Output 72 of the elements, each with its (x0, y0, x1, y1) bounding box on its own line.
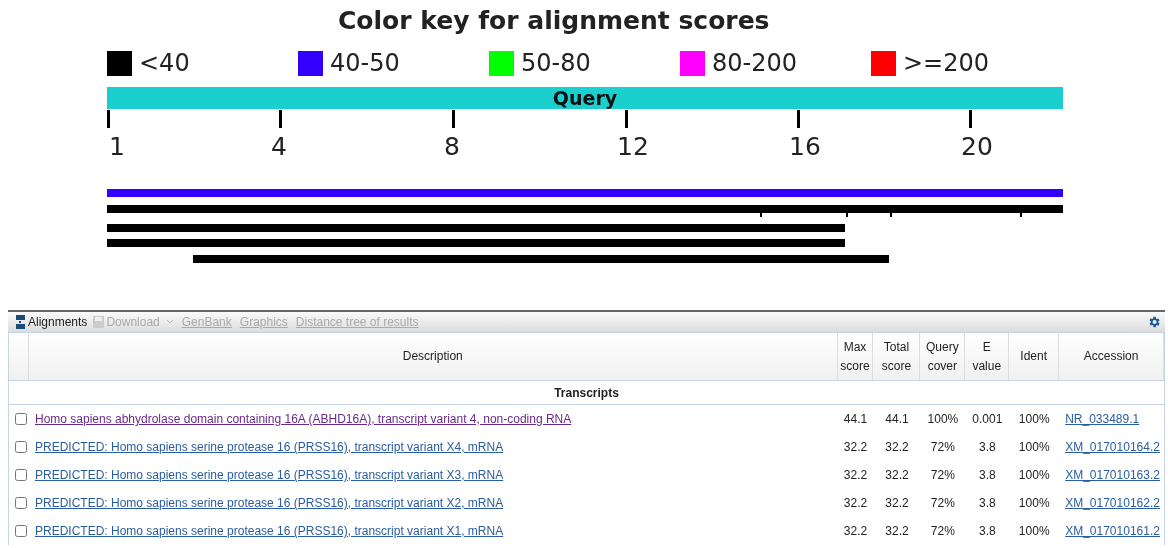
description-link[interactable]: PREDICTED: Homo sapiens serine protease 16 (PRSS16), transcript variant X2, mRNA (34, 496, 504, 510)
table-cell-text: 72% (929, 523, 956, 540)
table-cell-text: 100% (1017, 523, 1051, 540)
sort-alignments-button[interactable]: Alignments (16, 313, 88, 331)
table-cell-text: 32.2 (884, 467, 910, 484)
table-cell-text: 0.001 (971, 411, 1004, 428)
row-checkbox[interactable] (15, 413, 27, 425)
table-cell-text: 72% (929, 467, 956, 484)
legend-label: >=200 (903, 48, 990, 79)
description-link[interactable]: Homo sapiens abhydrolase domain containing 16A (ABHD16A), transcript variant 4, non-coding RNA (34, 412, 572, 426)
ruler-tick (625, 110, 628, 128)
table-cell-text: 100% (1017, 467, 1051, 484)
row-checkbox[interactable] (15, 525, 27, 537)
table-cell-text: 32.2 (884, 523, 910, 540)
column-header[interactable]: Max score (837, 333, 874, 380)
table-cell-text: 72% (929, 495, 956, 512)
column-header[interactable]: Query cover (920, 333, 966, 380)
ruler-tick (107, 110, 110, 128)
ruler-label: 12 (617, 131, 649, 163)
description-link[interactable]: PREDICTED: Homo sapiens serine protease 16 (PRSS16), transcript variant X1, mRNA (34, 524, 504, 538)
ruler-tick (279, 110, 282, 128)
table-cell-text: 100% (926, 411, 960, 428)
column-header[interactable]: Accession (1059, 333, 1164, 380)
table-cell-text: 3.8 (977, 523, 997, 540)
table-cell-text: 100% (1017, 495, 1051, 512)
description-link[interactable]: PREDICTED: Homo sapiens serine protease 16 (PRSS16), transcript variant X3, mRNA (34, 468, 504, 482)
description-link[interactable]: PREDICTED: Homo sapiens serine protease 16 (PRSS16), transcript variant X4, mRNA (34, 440, 504, 454)
ruler-tick (452, 110, 455, 128)
column-header[interactable]: Ident (1009, 333, 1060, 380)
table-cell-text: 32.2 (842, 523, 869, 540)
table-cell-text: 44.1 (842, 411, 869, 428)
legend-label: 50-80 (521, 48, 591, 79)
column-header[interactable]: Description (28, 333, 838, 380)
table-cell-text: 32.2 (884, 439, 910, 456)
ruler-label: 4 (271, 131, 287, 163)
table-cell-text: 3.8 (977, 495, 997, 512)
sort-icon (16, 315, 25, 329)
ruler-label: 1 (109, 131, 125, 163)
settings-icon[interactable] (1147, 315, 1161, 329)
legend-label: <40 (139, 48, 190, 79)
accession-link[interactable]: XM_017010163.2 (1065, 468, 1160, 482)
accession-link[interactable]: XM_017010164.2 (1065, 440, 1160, 454)
legend-label: 80-200 (712, 48, 797, 79)
ruler-tick (797, 110, 800, 128)
row-checkbox[interactable] (15, 441, 27, 453)
table-cell-text: 32.2 (842, 467, 869, 484)
ruler-label: 8 (444, 131, 460, 163)
column-header[interactable]: Total score (873, 333, 921, 380)
table-cell-text: 72% (929, 439, 956, 456)
accession-link[interactable]: XM_017010161.2 (1065, 524, 1160, 538)
accession-link[interactable]: NR_033489.1 (1065, 412, 1140, 426)
query-bar: Query (107, 87, 1063, 109)
table-cell-text: 32.2 (842, 495, 869, 512)
table-cell-text: 44.1 (884, 411, 910, 428)
table-cell-text: 32.2 (842, 439, 869, 456)
accession-link[interactable]: XM_017010162.2 (1065, 496, 1160, 510)
table-cell-text: 100% (1017, 439, 1051, 456)
table-cell-text: 32.2 (884, 495, 910, 512)
table-cell-text: 100% (1017, 411, 1051, 428)
ruler-label: 16 (789, 131, 821, 163)
legend-label: 40-50 (330, 48, 400, 79)
section-heading: Transcripts (554, 384, 619, 402)
column-header[interactable]: E value (965, 333, 1010, 380)
table-cell-text: 3.8 (977, 467, 997, 484)
ruler-tick (969, 110, 972, 128)
save-icon (93, 316, 105, 328)
chart-title: Color key for alignment scores (338, 5, 770, 37)
row-checkbox[interactable] (15, 497, 27, 509)
ruler-label: 20 (961, 131, 993, 163)
caret-icon (165, 319, 174, 325)
table-cell-text: 3.8 (977, 439, 997, 456)
row-checkbox[interactable] (15, 469, 27, 481)
